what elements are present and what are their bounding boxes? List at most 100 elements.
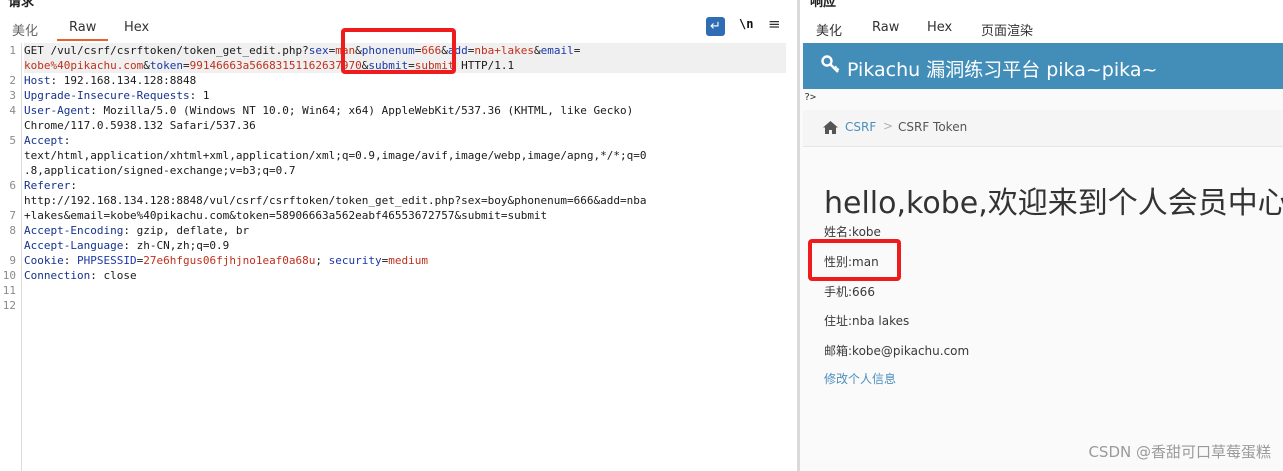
edit-profile-link[interactable]: 修改个人信息 (824, 370, 896, 387)
param-sep: & (441, 44, 448, 57)
line-number-gutter: 1 2 3 4 5 6 7 8 9 10 11 12 (0, 43, 22, 471)
param-equals: = (408, 59, 415, 72)
request-editor[interactable]: 1 2 3 4 5 6 7 8 9 10 11 12 GET /vul/csrf… (0, 43, 797, 471)
request-line: Cookie: PHPSESSID=27e6hfgus06fjhjno1eaf0… (24, 253, 428, 268)
header-name: Cookie (24, 254, 64, 267)
line-number: 6 (9, 179, 16, 192)
param-name: submit (368, 59, 409, 72)
request-line: Accept: (24, 133, 70, 148)
header-name: Upgrade-Insecure-Requests (24, 89, 190, 102)
rendered-page: Pikachu 漏洞练习平台 pika~pika~ ?> CSRF > CSRF… (800, 43, 1283, 471)
request-line: Chrome/117.0.5938.132 Safari/537.36 (24, 118, 256, 133)
request-pane: 请求 美化 Raw Hex ↵ \n ≡ 1 2 3 4 5 6 7 8 9 1… (0, 0, 797, 471)
cookie-value: medium (388, 254, 429, 267)
header-value: Chrome/117.0.5938.132 Safari/537.36 (24, 119, 256, 132)
header-value: : 1 (189, 89, 210, 102)
cookie-sep: ; (315, 254, 329, 267)
stray-php-text: ?> (804, 92, 817, 103)
param-value: man (335, 44, 356, 57)
tab-hex[interactable]: Hex (124, 20, 149, 35)
breadcrumb: CSRF > CSRF Token (803, 110, 1283, 147)
response-pane: 响应 美化 Raw Hex 页面渲染 Pikachu 漏洞练习平台 pika~p… (800, 0, 1283, 471)
header-value: : (70, 179, 77, 192)
tab-raw[interactable]: Raw (872, 20, 899, 35)
tab-hex[interactable]: Hex (927, 20, 952, 35)
header-name: User-Agent (24, 104, 91, 117)
info-gender: 性别:man (824, 255, 879, 269)
breadcrumb-current: CSRF Token (898, 120, 968, 134)
request-method-path: GET /vul/csrf/csrftoken/token_get_edit.p… (24, 44, 309, 57)
header-value: : close (90, 269, 137, 282)
line-number: 11 (2, 284, 16, 297)
line-number: 5 (9, 134, 16, 147)
param-sep: & (355, 44, 362, 57)
line-number: 10 (2, 269, 16, 282)
header-value: .8,application/signed-exchange;v=b3;q=0.… (24, 164, 296, 177)
param-name: sex (308, 44, 329, 57)
breadcrumb-separator: > (883, 119, 894, 133)
tab-render[interactable]: 页面渲染 (968, 20, 1046, 45)
line-number: 4 (9, 104, 16, 117)
header-value: : 192.168.134.128:8848 (50, 74, 197, 87)
home-icon[interactable] (822, 120, 839, 135)
line-number: 2 (9, 74, 16, 87)
request-line: Referer: (24, 178, 77, 193)
param-name: phonenum (361, 44, 415, 57)
tab-pretty[interactable]: 美化 (12, 20, 38, 39)
request-line: Accept-Encoding: gzip, deflate, br (24, 223, 249, 238)
info-email: 邮箱:kobe@pikachu.com (824, 344, 970, 358)
header-name: Accept (24, 134, 64, 147)
param-equals: = (573, 44, 581, 57)
key-icon (821, 55, 840, 73)
info-phone: 手机:666 (824, 285, 875, 299)
header-name: Host (24, 74, 51, 87)
param-name: email (540, 44, 574, 57)
header-sep: : (63, 254, 77, 267)
request-line: Connection: close (24, 268, 137, 283)
line-number: 1 (9, 44, 16, 57)
header-value: : gzip, deflate, br (123, 224, 250, 237)
tab-pretty[interactable]: 美化 (816, 20, 842, 39)
breadcrumb-link-csrf[interactable]: CSRF (845, 120, 876, 134)
request-line: http://192.168.134.128:8848/vul/csrf/csr… (24, 193, 647, 208)
site-title: Pikachu 漏洞练习平台 pika~pika~ (847, 59, 1158, 81)
header-name: Referer (24, 179, 71, 192)
request-tabbar: 美化 Raw Hex (0, 14, 797, 41)
param-name: add (447, 44, 468, 57)
welcome-heading: hello,kobe,欢迎来到个人会员中心 (824, 186, 1283, 221)
line-number: 3 (9, 89, 16, 102)
param-equals: = (182, 59, 190, 72)
http-version: HTTP/1.1 (454, 59, 515, 72)
param-name: token (149, 59, 183, 72)
header-value: +lakes&email=kobe%40pikachu.com&token=58… (24, 209, 548, 222)
line-number: 8 (9, 224, 16, 237)
line-number: 7 (9, 209, 16, 222)
request-line: Upgrade-Insecure-Requests: 1 (24, 88, 209, 103)
header-name: Accept-Encoding (24, 224, 124, 237)
param-value: 666 (421, 44, 442, 57)
header-name: Accept-Language (24, 239, 124, 252)
request-line: .8,application/signed-exchange;v=b3;q=0.… (24, 163, 296, 178)
header-name: Connection (24, 269, 91, 282)
request-line: GET /vul/csrf/csrftoken/token_get_edit.p… (24, 43, 786, 58)
param-value: 99146663a56683151162637970 (189, 59, 362, 72)
request-pane-title: 请求 (8, 0, 35, 10)
response-tabbar: 美化 Raw Hex 页面渲染 (800, 14, 1283, 45)
header-value: http://192.168.134.128:8848/vul/csrf/csr… (24, 194, 647, 207)
param-sep: & (534, 44, 541, 57)
param-value: kobe%40pikachu.com (24, 59, 144, 72)
pikachu-header: Pikachu 漏洞练习平台 pika~pika~ (803, 43, 1283, 89)
param-sep: & (143, 59, 150, 72)
show-newlines-button[interactable]: \n (739, 17, 753, 35)
request-line: User-Agent: Mozilla/5.0 (Windows NT 10.0… (24, 103, 633, 118)
tab-raw[interactable]: Raw (56, 20, 109, 41)
request-line: +lakes&email=kobe%40pikachu.com&token=58… (24, 208, 547, 223)
request-line: kobe%40pikachu.com&token=99146663a566831… (24, 58, 786, 73)
info-name: 姓名:kobe (824, 225, 881, 239)
menu-icon[interactable]: ≡ (768, 15, 781, 33)
header-value: text/html,application/xhtml+xml,applicat… (24, 149, 647, 162)
param-value: submit (414, 59, 455, 72)
word-wrap-icon[interactable]: ↵ (706, 17, 725, 36)
request-line: text/html,application/xhtml+xml,applicat… (24, 148, 647, 163)
request-line: Accept-Language: zh-CN,zh;q=0.9 (24, 238, 229, 253)
